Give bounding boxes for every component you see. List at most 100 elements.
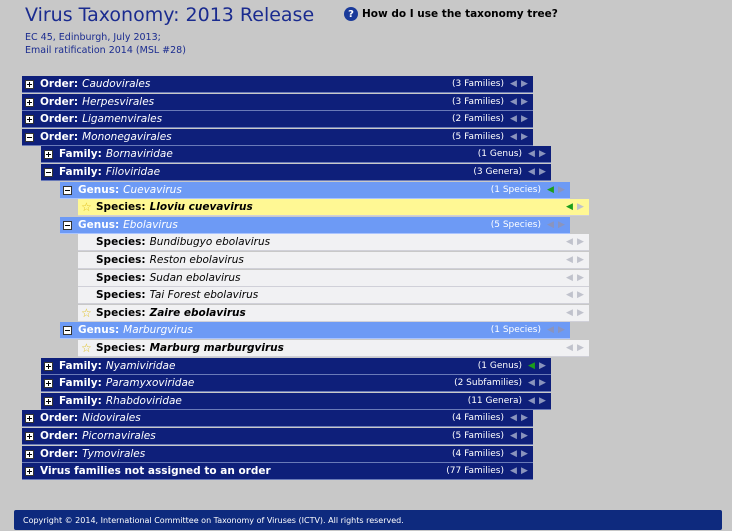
expand-icon[interactable] [25,97,34,107]
family-row[interactable]: Family: Rhabdoviridae (11 Genera) ◀ ▶ [41,393,551,410]
arrow-left-icon[interactable]: ◀ [546,220,555,230]
arrow-right-icon[interactable]: ▶ [538,167,547,177]
arrow-left-icon[interactable]: ◀ [527,396,536,406]
arrow-right-icon[interactable]: ▶ [520,431,529,441]
expand-icon[interactable] [25,114,34,124]
arrow-left-icon[interactable]: ◀ [509,79,518,89]
arrow-right-icon[interactable]: ▶ [576,343,585,353]
taxon-name[interactable]: Ebolavirus [123,219,178,231]
arrow-right-icon[interactable]: ▶ [520,449,529,459]
arrow-left-icon[interactable]: ◀ [509,97,518,107]
arrow-left-icon[interactable]: ◀ [509,431,518,441]
taxon-name[interactable]: Zaire ebolavirus [150,307,246,319]
expand-icon[interactable] [44,378,53,388]
family-row[interactable]: Family: Nyamiviridae (1 Genus) ◀ ▶ [41,358,551,375]
family-row[interactable]: Family: Filoviridae (3 Genera) ◀ ▶ [41,164,551,181]
arrow-right-icon[interactable]: ▶ [576,273,585,283]
arrow-right-icon[interactable]: ▶ [557,220,566,230]
taxon-name[interactable]: Herpesvirales [82,96,154,108]
taxon-name[interactable]: Filoviridae [106,166,160,178]
genus-row[interactable]: Genus: Marburgvirus (1 Species) ◀ ▶ [60,322,570,339]
order-row[interactable]: Order: Picornavirales (5 Families) ◀ ▶ [22,428,533,445]
expand-icon[interactable] [25,431,34,441]
arrow-right-icon[interactable]: ▶ [520,466,529,476]
taxon-name[interactable]: Lloviu cuevavirus [150,201,253,213]
expand-icon[interactable] [25,449,34,459]
expand-icon[interactable] [44,149,53,159]
arrow-right-icon[interactable]: ▶ [576,202,585,212]
arrow-left-icon[interactable]: ◀ [546,325,555,335]
arrow-right-icon[interactable]: ▶ [538,378,547,388]
arrow-left-icon[interactable]: ◀ [527,378,536,388]
collapse-icon[interactable] [63,325,72,335]
species-row[interactable]: ☆ Species: Marburg marburgvirus ◀ ▶ [78,340,589,357]
collapse-icon[interactable] [63,220,72,230]
arrow-left-icon[interactable]: ◀ [527,149,536,159]
genus-row[interactable]: Genus: Cuevavirus (1 Species) ◀ ▶ [60,182,570,199]
order-row[interactable]: Order: Nidovirales (4 Families) ◀ ▶ [22,410,533,427]
arrow-right-icon[interactable]: ▶ [520,413,529,423]
arrow-right-icon[interactable]: ▶ [520,114,529,124]
order-row[interactable]: Order: Ligamenvirales (2 Families) ◀ ▶ [22,111,533,128]
collapse-icon[interactable] [25,132,34,142]
taxon-name[interactable]: Ligamenvirales [82,113,162,125]
species-row[interactable]: ☆ Species: Zaire ebolavirus ◀ ▶ [78,305,589,322]
order-row[interactable]: Order: Tymovirales (4 Families) ◀ ▶ [22,446,533,463]
order-row[interactable]: Order: Herpesvirales (3 Families) ◀ ▶ [22,94,533,111]
arrow-left-icon[interactable]: ◀ [509,449,518,459]
arrow-right-icon[interactable]: ▶ [576,290,585,300]
species-row[interactable]: Species: Sudan ebolavirus ◀ ▶ [78,270,589,287]
taxon-name[interactable]: Reston ebolavirus [150,254,244,266]
taxon-name[interactable]: Marburgvirus [123,324,193,336]
species-row[interactable]: Species: Bundibugyo ebolavirus ◀ ▶ [78,234,589,251]
arrow-right-icon[interactable]: ▶ [576,255,585,265]
arrow-right-icon[interactable]: ▶ [557,325,566,335]
arrow-left-icon[interactable]: ◀ [565,202,574,212]
taxon-name[interactable]: Marburg marburgvirus [150,342,284,354]
species-row[interactable]: ☆ Species: Lloviu cuevavirus ◀ ▶ [78,199,589,216]
species-row[interactable]: Species: Tai Forest ebolavirus ◀ ▶ [78,287,589,304]
order-row[interactable]: Virus families not assigned to an order (… [22,463,533,480]
taxon-name[interactable]: Nidovirales [82,412,141,424]
arrow-right-icon[interactable]: ▶ [538,396,547,406]
family-row[interactable]: Family: Bornaviridae (1 Genus) ◀ ▶ [41,146,551,163]
taxon-name[interactable]: Tai Forest ebolavirus [150,289,259,301]
arrow-left-icon[interactable]: ◀ [565,273,574,283]
collapse-icon[interactable] [44,167,53,177]
taxon-name[interactable]: Picornavirales [82,430,156,442]
arrow-left-icon[interactable]: ◀ [527,167,536,177]
taxon-name[interactable]: Nyamiviridae [106,360,176,372]
arrow-left-icon[interactable]: ◀ [565,255,574,265]
taxon-name[interactable]: Caudovirales [82,78,150,90]
arrow-left-icon[interactable]: ◀ [509,413,518,423]
arrow-left-icon[interactable]: ◀ [565,237,574,247]
taxon-name[interactable]: Cuevavirus [123,184,182,196]
arrow-left-icon[interactable]: ◀ [565,290,574,300]
taxon-name[interactable]: Bornaviridae [106,148,173,160]
arrow-right-icon[interactable]: ▶ [520,132,529,142]
collapse-icon[interactable] [63,185,72,195]
arrow-left-icon[interactable]: ◀ [509,114,518,124]
taxon-name[interactable]: Mononegavirales [82,131,172,143]
arrow-right-icon[interactable]: ▶ [520,97,529,107]
taxon-name[interactable]: Tymovirales [82,448,145,460]
expand-icon[interactable] [25,413,34,423]
expand-icon[interactable] [25,79,34,89]
expand-icon[interactable] [44,361,53,371]
taxon-name[interactable]: Sudan ebolavirus [150,272,241,284]
arrow-right-icon[interactable]: ▶ [557,185,566,195]
arrow-right-icon[interactable]: ▶ [538,361,547,371]
genus-row[interactable]: Genus: Ebolavirus (5 Species) ◀ ▶ [60,217,570,234]
arrow-left-icon[interactable]: ◀ [546,185,555,195]
arrow-left-icon[interactable]: ◀ [509,466,518,476]
arrow-left-icon[interactable]: ◀ [509,132,518,142]
family-row[interactable]: Family: Paramyxoviridae (2 Subfamilies) ◀ ▶ [41,375,551,392]
arrow-right-icon[interactable]: ▶ [576,237,585,247]
arrow-right-icon[interactable]: ▶ [576,308,585,318]
arrow-left-icon[interactable]: ◀ [565,343,574,353]
expand-icon[interactable] [44,396,53,406]
taxon-name[interactable]: Rhabdoviridae [106,395,182,407]
expand-icon[interactable] [25,466,34,476]
arrow-left-icon[interactable]: ◀ [565,308,574,318]
arrow-right-icon[interactable]: ▶ [520,79,529,89]
